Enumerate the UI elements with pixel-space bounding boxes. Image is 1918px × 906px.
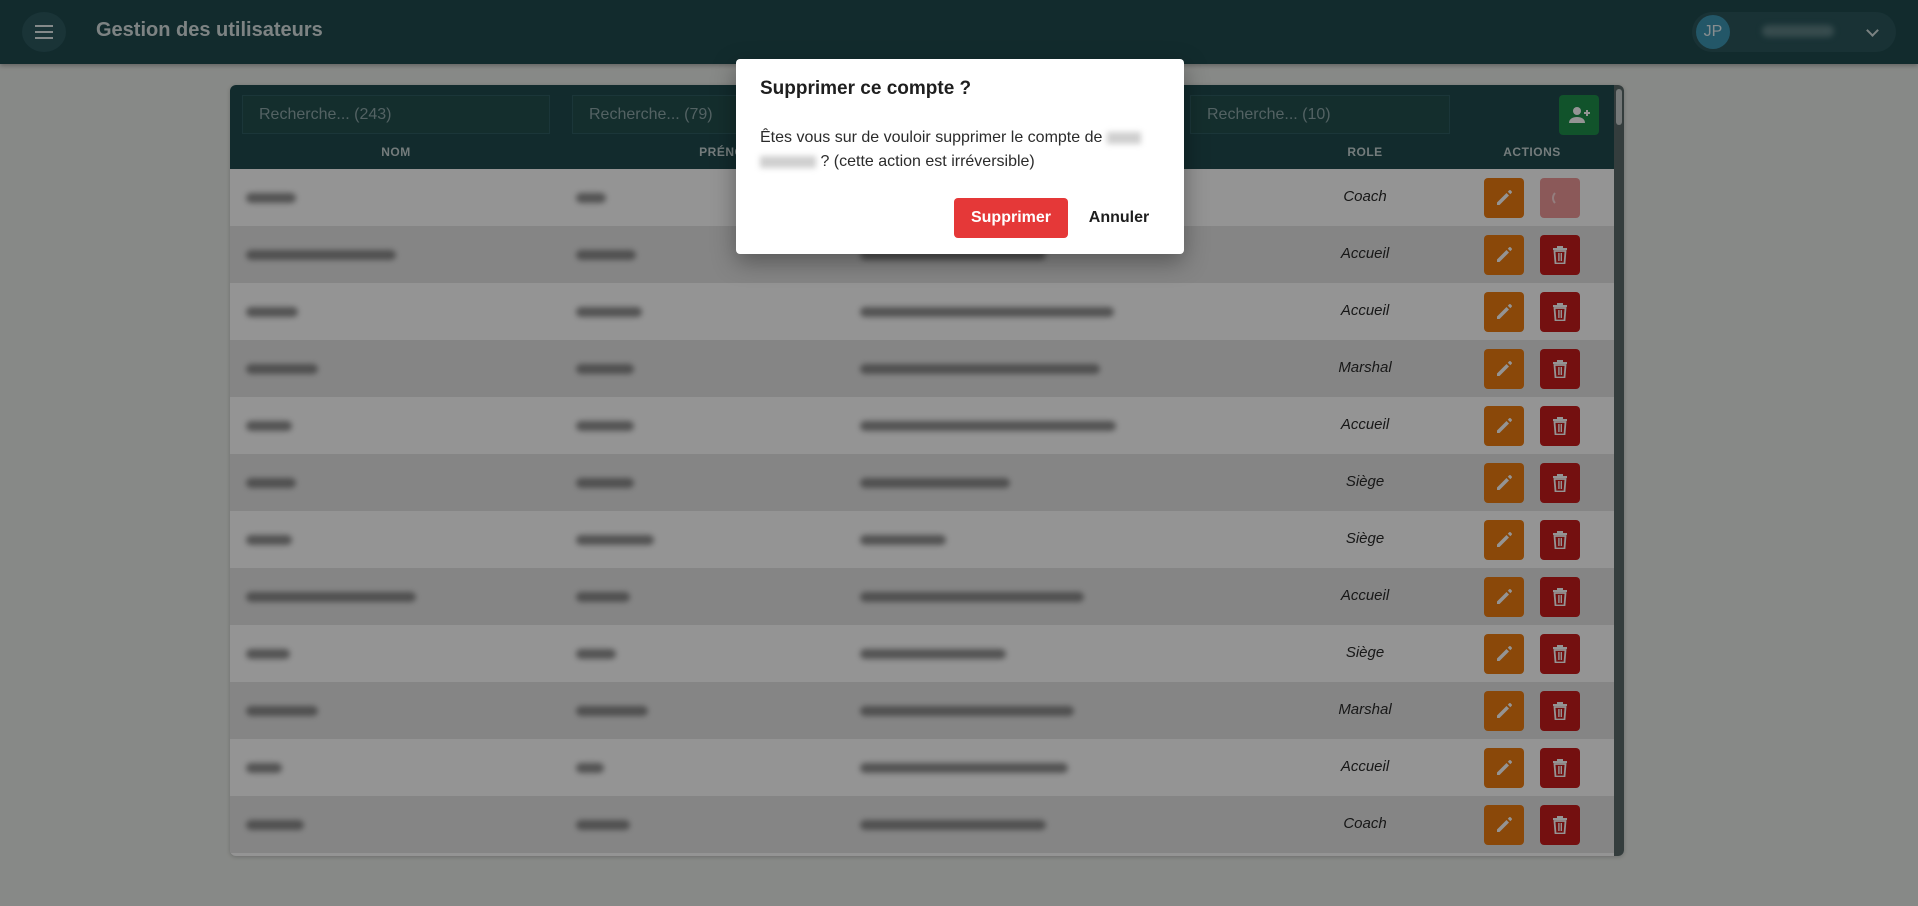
dialog-message: Êtes vous sur de vouloir supprimer le co…: [760, 126, 1160, 174]
dialog-message-prefix: Êtes vous sur de vouloir supprimer le co…: [760, 129, 1103, 146]
dialog-title: Supprimer ce compte ?: [760, 78, 972, 99]
delete-confirm-dialog: Supprimer ce compte ? Êtes vous sur de v…: [736, 59, 1184, 254]
redacted-name: [760, 155, 816, 168]
redacted-name: [1106, 131, 1141, 144]
confirm-delete-button[interactable]: Supprimer: [954, 198, 1068, 238]
cancel-button[interactable]: Annuler: [1078, 198, 1160, 238]
dialog-message-suffix: ? (cette action est irréversible): [820, 153, 1035, 170]
